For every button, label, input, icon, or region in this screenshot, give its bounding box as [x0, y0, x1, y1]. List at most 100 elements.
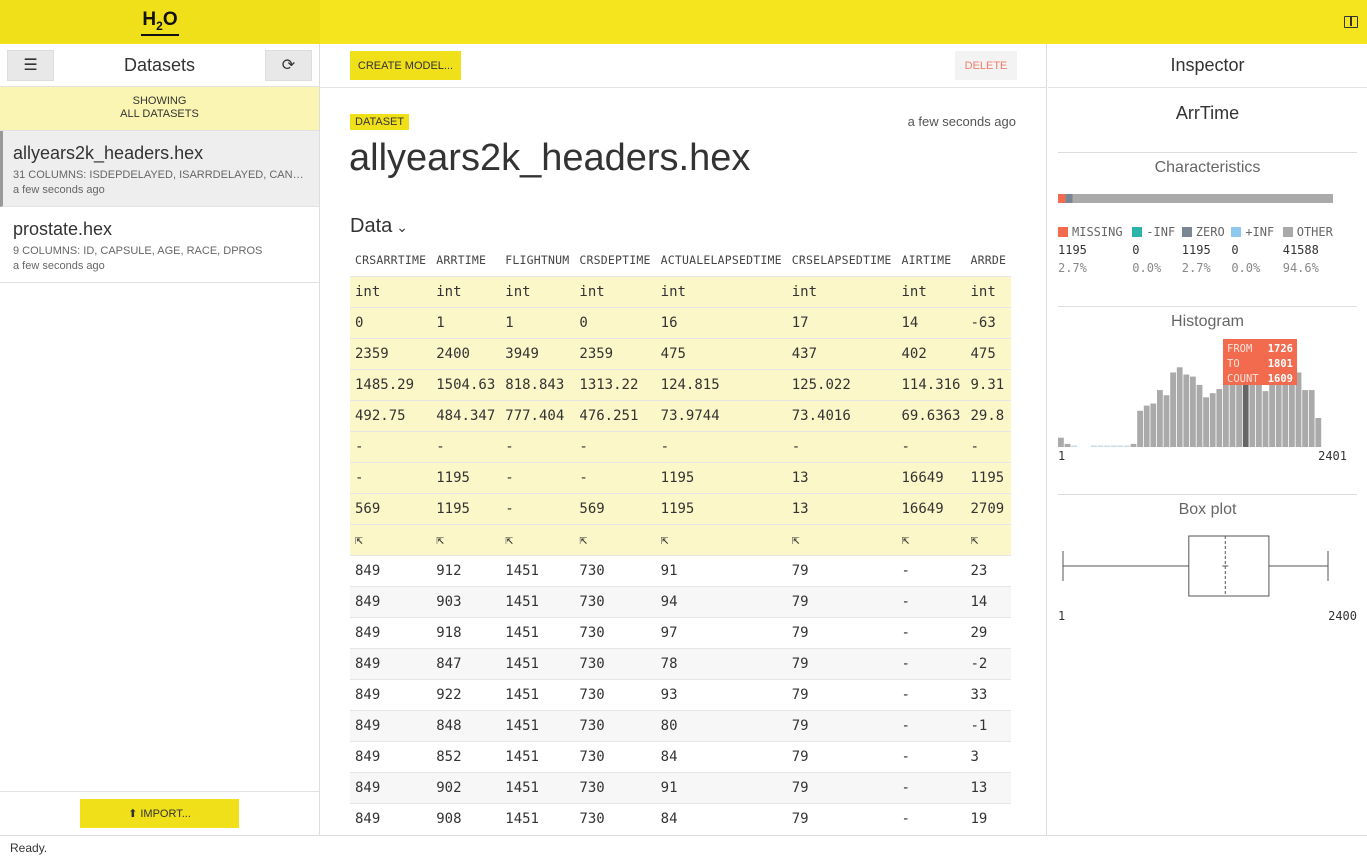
histogram-bar[interactable] — [1071, 445, 1077, 448]
histogram-bar[interactable] — [1190, 376, 1196, 447]
histogram-bar[interactable] — [1223, 384, 1229, 447]
toggle-panel-icon[interactable] — [1344, 16, 1358, 28]
table-cell: 849 — [350, 647, 432, 679]
inspect-column-cell[interactable]: ⇱ — [655, 523, 787, 555]
summary-row: -------- — [350, 430, 1012, 462]
datasets-panel: ☰ Datasets ⟳ SHOWING ALL DATASETS allyea… — [0, 44, 320, 835]
histogram-bar[interactable] — [1104, 445, 1110, 448]
table-cell: 1451 — [500, 616, 575, 648]
histogram-bar[interactable] — [1157, 390, 1163, 447]
characteristics-title: Characteristics — [1154, 159, 1261, 176]
data-section-toggle[interactable]: Data ⌄ — [350, 215, 408, 238]
histogram-bar[interactable] — [1110, 445, 1117, 448]
histogram-bar[interactable] — [1091, 445, 1097, 448]
table-row: 849 903 1451 730 94 79-14 — [350, 585, 1012, 617]
table-cell: - — [896, 554, 966, 586]
share-icon[interactable]: ⇱ — [355, 533, 363, 548]
inspect-column-cell[interactable]: ⇱ — [500, 523, 575, 555]
histogram-bar[interactable] — [1209, 393, 1216, 447]
histogram-bar[interactable] — [1117, 445, 1124, 448]
showing-filter[interactable]: SHOWING ALL DATASETS — [0, 87, 319, 131]
inspect-column-cell[interactable]: ⇱ — [965, 523, 1012, 555]
table-cell: 91 — [655, 554, 787, 586]
summary-cell: 29.8 — [965, 399, 1012, 431]
histogram-bar[interactable] — [1308, 390, 1315, 447]
histogram-bar[interactable] — [1176, 367, 1183, 447]
summary-cell: 17 — [786, 306, 897, 338]
hamburger-icon: ☰ — [23, 57, 38, 74]
share-icon[interactable]: ⇱ — [505, 533, 513, 548]
summary-cell: int — [431, 275, 501, 307]
inspect-column-cell[interactable]: ⇱ — [431, 523, 501, 555]
data-label: Data — [350, 215, 393, 237]
summary-cell: int — [655, 275, 787, 307]
histogram-bar[interactable] — [1183, 374, 1190, 447]
histogram-bar[interactable] — [1097, 445, 1104, 448]
datasets-header: ☰ Datasets ⟳ — [0, 44, 319, 87]
histogram-bar[interactable] — [1130, 443, 1137, 447]
inspect-column-cell[interactable]: ⇱ — [786, 523, 897, 555]
summary-cell: 437 — [786, 337, 897, 369]
table-cell: 852 — [431, 740, 501, 772]
summary-cell: - — [500, 430, 575, 462]
histogram-bar[interactable] — [1262, 391, 1269, 447]
table-header-row: CRSARRTIME ARRTIME FLIGHTNUM CRSDEPTIME ACTU… — [350, 245, 1011, 276]
summary-cell: 484.347 — [431, 399, 501, 431]
dataset-time: a few seconds ago — [13, 260, 105, 272]
share-icon[interactable]: ⇱ — [579, 533, 587, 548]
import-button[interactable]: ⬆ IMPORT... — [80, 799, 239, 828]
histogram-max-label: 2401 — [1318, 449, 1347, 463]
share-icon[interactable]: ⇱ — [901, 533, 909, 548]
summary-cell: 1195 — [431, 461, 501, 493]
histogram-bar[interactable] — [1064, 443, 1071, 447]
legend-label: +INF — [1231, 225, 1282, 239]
histogram-bar[interactable] — [1302, 390, 1308, 447]
histogram-bar[interactable] — [1203, 397, 1209, 447]
summary-cell: 1195 — [655, 461, 787, 493]
summary-cell: 114.316 — [896, 368, 966, 400]
summary-cell: 0 — [350, 306, 432, 338]
share-icon[interactable]: ⇱ — [792, 533, 800, 548]
histogram-bar[interactable] — [1196, 384, 1203, 447]
histogram-title: Histogram — [1171, 313, 1244, 330]
menu-button[interactable]: ☰ — [7, 49, 54, 81]
histogram-bar[interactable] — [1124, 445, 1130, 448]
inspect-column-cell[interactable]: ⇱ — [896, 523, 966, 555]
histogram-bar[interactable] — [1275, 384, 1282, 447]
chevron-down-icon: ⌄ — [396, 219, 408, 235]
dataset-list-item[interactable]: allyears2k_headers.hex 31 COLUMNS: ISDEPD… — [0, 131, 319, 207]
histogram-bar[interactable] — [1216, 389, 1223, 447]
share-icon[interactable]: ⇱ — [436, 533, 444, 548]
table-cell: 19 — [965, 802, 1012, 834]
inspect-column-cell[interactable]: ⇱ — [574, 523, 656, 555]
histogram-bar[interactable] — [1058, 437, 1064, 447]
legend-row: 1195 0 1195 0 41588 — [1058, 241, 1357, 259]
refresh-button[interactable]: ⟳ — [264, 49, 312, 81]
dataset-view: CREATE MODEL... DELETE DATASET a few sec… — [320, 44, 1047, 835]
histogram-tooltip: FROM 1726 TO 1801 COUNT 1609 — [1223, 339, 1297, 385]
dataset-columns: 9 COLUMNS: ID, CAPSULE, AGE, RACE, DPROS — [13, 245, 263, 257]
legend-row: MISSING -INF ZERO +INF OTHER — [1058, 223, 1357, 241]
table-cell: 3 — [965, 740, 1012, 772]
data-table-container[interactable]: CRSARRTIME ARRTIME FLIGHTNUM CRSDEPTIME ACTU… — [350, 245, 1017, 835]
histogram-bar[interactable] — [1170, 372, 1176, 447]
inspect-column-cell[interactable]: ⇱ — [350, 523, 432, 555]
share-icon[interactable]: ⇱ — [661, 533, 669, 548]
histogram-bar[interactable] — [1163, 395, 1170, 447]
tooltip-to-value: 1801 — [1268, 358, 1293, 370]
dataset-list-item[interactable]: prostate.hex 9 COLUMNS: ID, CAPSULE, AGE,… — [0, 207, 319, 283]
table-cell: 730 — [574, 709, 656, 741]
histogram-bar[interactable] — [1150, 403, 1157, 447]
histogram-bar[interactable] — [1315, 418, 1322, 447]
table-cell: 91 — [655, 771, 787, 803]
histogram-chart[interactable]: FROM 1726 TO 1801 COUNT 1609 — [1058, 337, 1357, 447]
inspected-column-name: ArrTime — [1175, 103, 1240, 123]
share-icon[interactable]: ⇱ — [971, 533, 979, 548]
create-model-button[interactable]: CREATE MODEL... — [350, 51, 461, 80]
histogram-bar[interactable] — [1137, 410, 1143, 447]
delete-button[interactable]: DELETE — [955, 51, 1017, 80]
tooltip-count-value: 1609 — [1268, 373, 1293, 385]
dataset-name: prostate.hex — [13, 219, 113, 239]
histogram-bar[interactable] — [1143, 405, 1150, 447]
column-header: ACTUALELAPSEDTIME — [660, 253, 782, 268]
